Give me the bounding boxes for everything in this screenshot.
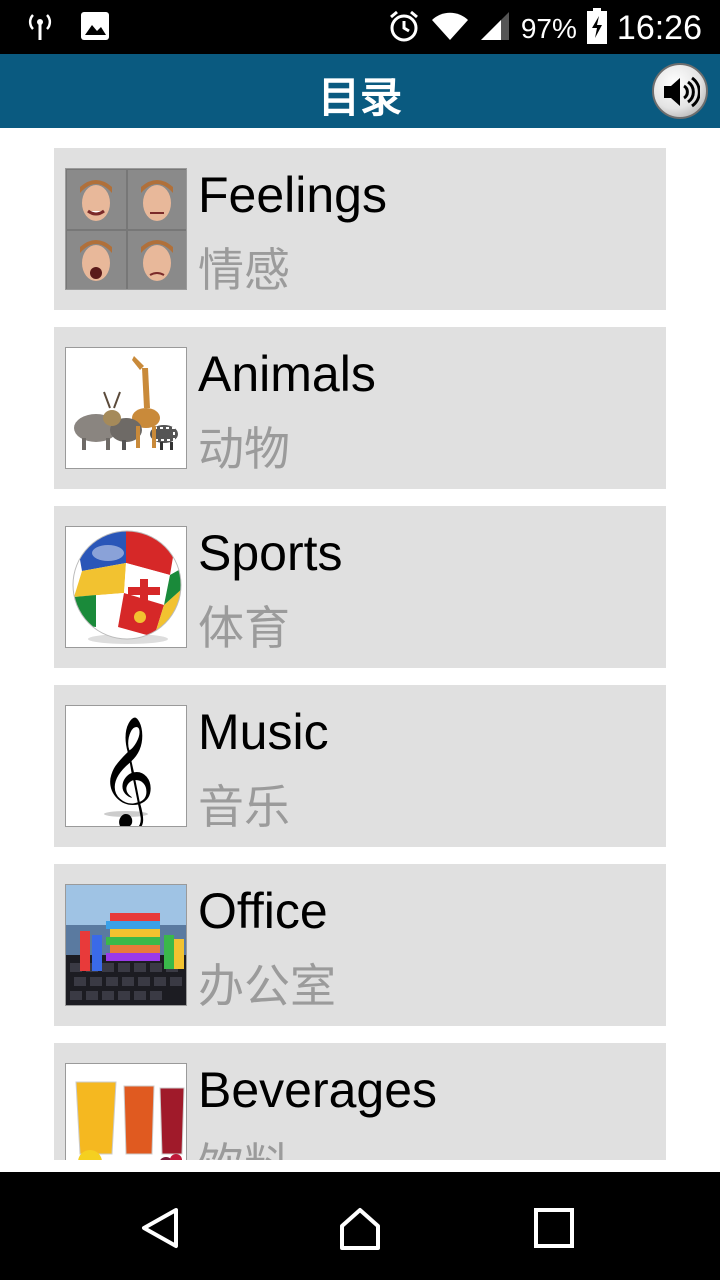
- category-item-animals[interactable]: Animals 动物: [54, 327, 666, 489]
- navigation-bar: [0, 1172, 720, 1280]
- category-label-en: Sports: [198, 525, 343, 581]
- feelings-thumbnail: [65, 168, 187, 290]
- sound-toggle-button[interactable]: [652, 63, 708, 119]
- recents-button[interactable]: [532, 1206, 576, 1250]
- category-label-en: Animals: [198, 346, 376, 402]
- page-title: 目录: [317, 73, 402, 122]
- battery-charging-icon: [586, 8, 607, 49]
- back-triangle-icon: [142, 1208, 178, 1248]
- home-button[interactable]: [338, 1206, 382, 1250]
- status-bar: 97% 16:26: [0, 0, 720, 54]
- category-list[interactable]: Feelings 情感 Animals 动物 Sports 体育 𝄞 Music…: [0, 128, 720, 1160]
- alarm-icon: [387, 9, 421, 48]
- category-item-office[interactable]: Office 办公室: [54, 864, 666, 1026]
- category-label-zh: 体育: [198, 601, 290, 655]
- category-label-zh: 音乐: [198, 780, 290, 834]
- animals-thumbnail: [65, 347, 187, 469]
- speaker-volume-icon: [664, 76, 700, 108]
- category-item-music[interactable]: 𝄞 Music 音乐: [54, 685, 666, 847]
- category-item-beverages[interactable]: Beverages 饮料: [54, 1043, 666, 1160]
- category-label-zh: 情感: [198, 243, 290, 297]
- recents-square-icon: [534, 1208, 574, 1248]
- sports-thumbnail: [65, 526, 187, 648]
- category-item-sports[interactable]: Sports 体育: [54, 506, 666, 668]
- beverages-thumbnail: [65, 1063, 187, 1160]
- music-thumbnail: 𝄞: [65, 705, 187, 827]
- image-notification-icon: [80, 11, 110, 46]
- treble-clef-icon: 𝄞: [66, 706, 186, 827]
- app-bar: 目录: [0, 54, 720, 128]
- category-label-zh: 饮料: [198, 1129, 290, 1160]
- category-label-en: Music: [198, 704, 329, 760]
- category-label-zh: 动物: [198, 422, 290, 476]
- svg-text:𝄞: 𝄞: [99, 715, 156, 827]
- category-label-zh: 办公室: [198, 959, 336, 1013]
- category-label-en: Office: [198, 883, 328, 939]
- category-label-en: Feelings: [198, 167, 387, 223]
- antenna-icon: [26, 10, 54, 47]
- battery-percent: 97%: [520, 12, 577, 44]
- clock-time: 16:26: [616, 9, 702, 47]
- home-icon: [340, 1208, 380, 1250]
- cell-signal-icon: [479, 10, 511, 47]
- category-item-feelings[interactable]: Feelings 情感: [54, 148, 666, 310]
- category-label-en: Beverages: [198, 1062, 438, 1118]
- office-thumbnail: [65, 884, 187, 1006]
- wifi-icon: [431, 10, 469, 47]
- back-button[interactable]: [138, 1206, 182, 1250]
